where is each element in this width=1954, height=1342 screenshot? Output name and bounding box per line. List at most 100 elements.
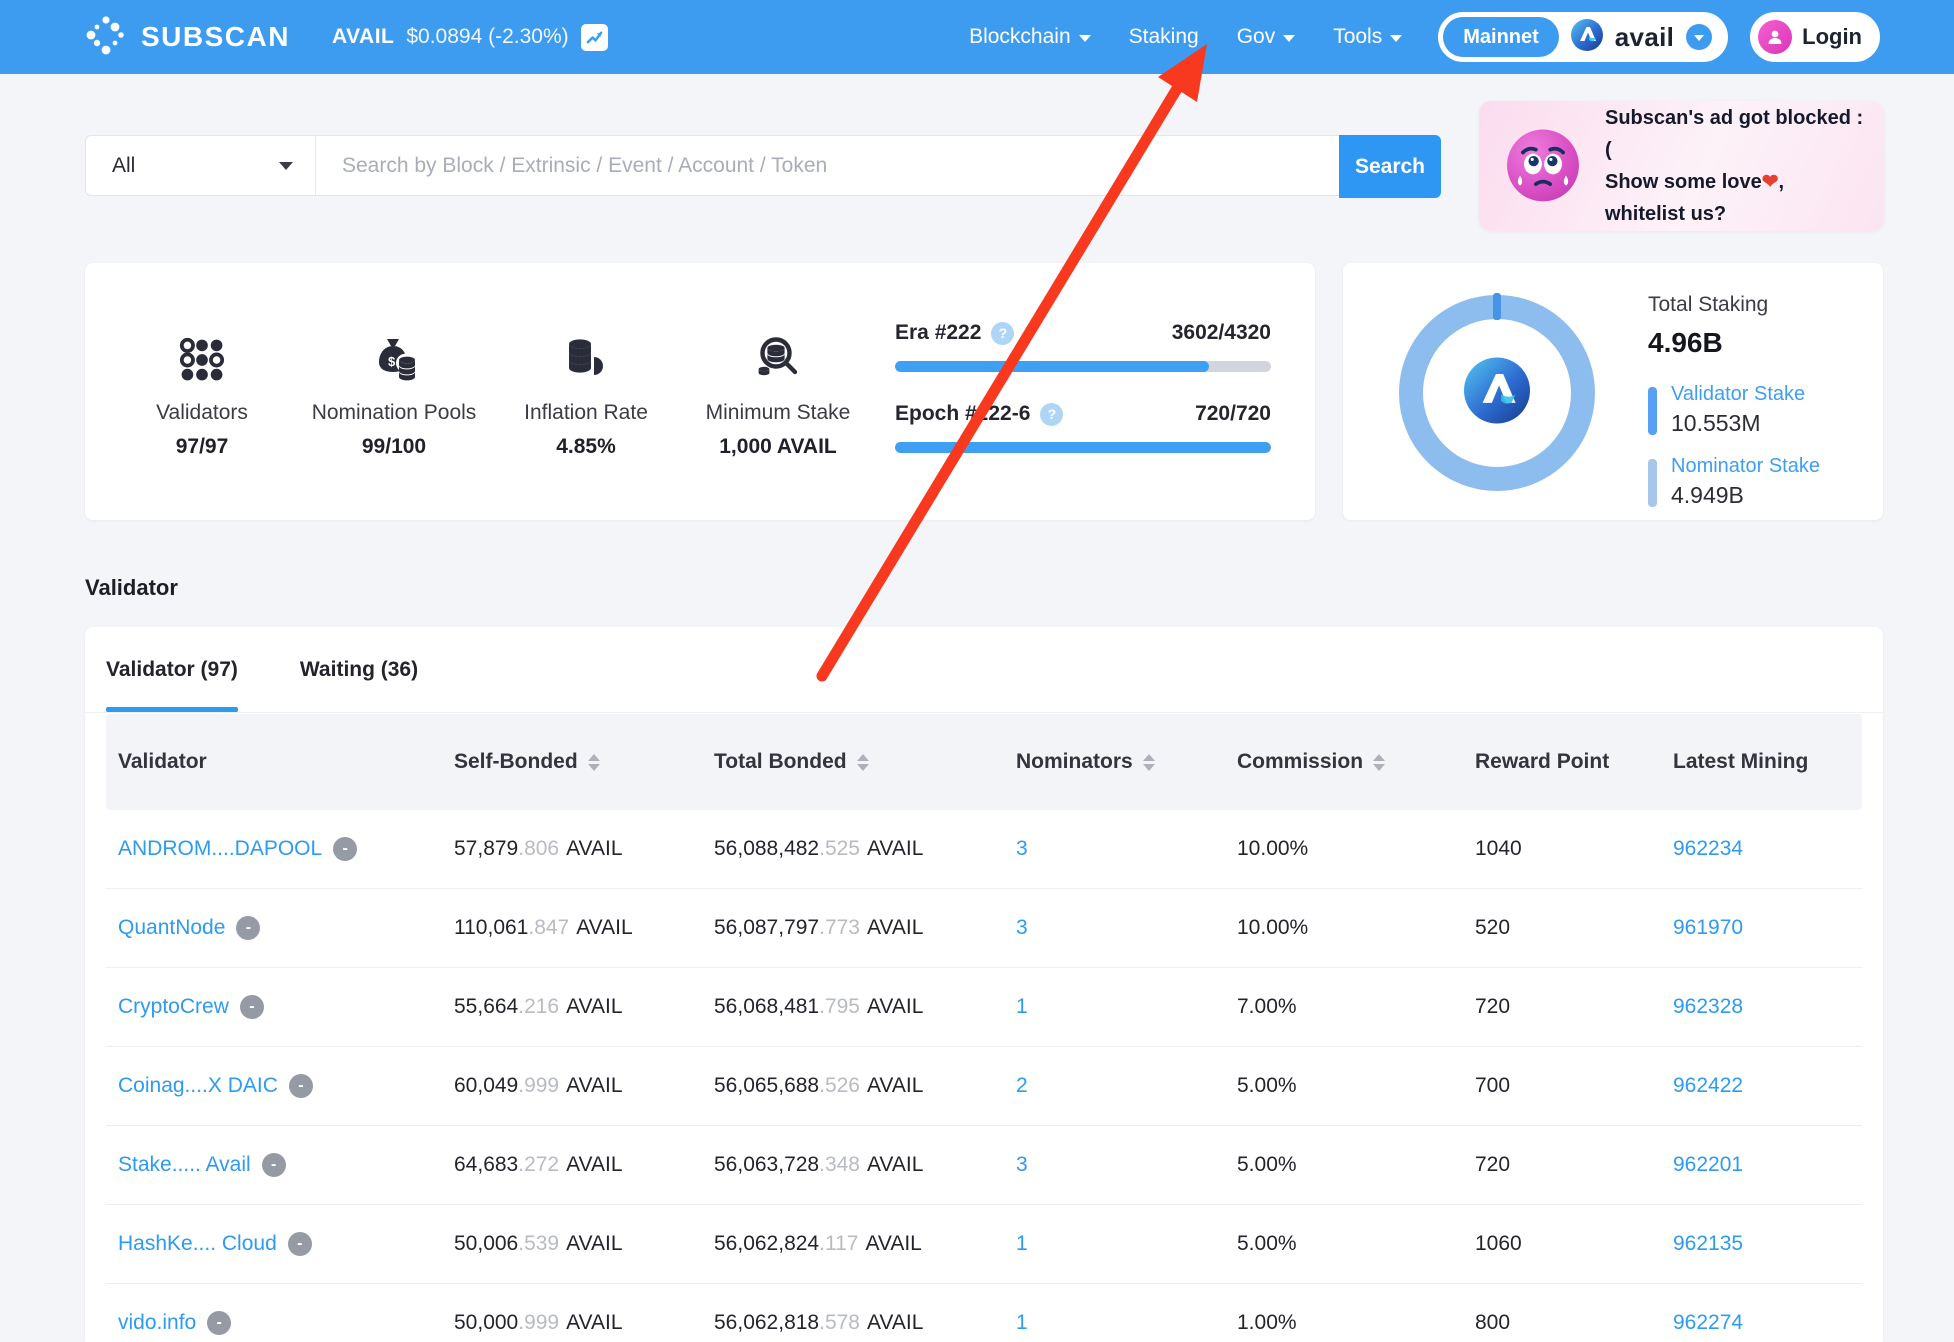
section-title: Validator (85, 575, 178, 601)
mainnet-button[interactable]: Mainnet (1443, 17, 1559, 57)
nav-item-gov[interactable]: Gov (1237, 25, 1296, 49)
nominators-link[interactable]: 3 (1016, 837, 1028, 860)
chevron-down-icon (279, 162, 293, 170)
validator-link[interactable]: Coinag....X DAIC (118, 1074, 278, 1098)
col-reward-point: Reward Point (1475, 750, 1673, 774)
network-selector: Mainnet avail (1438, 12, 1728, 62)
col-total-bonded: Total Bonded (714, 750, 1016, 774)
stat-label: Inflation Rate (476, 401, 696, 425)
identity-badge-icon: - (262, 1153, 286, 1177)
identity-badge-icon: - (240, 995, 264, 1019)
nav-item-blockchain[interactable]: Blockchain (969, 25, 1091, 49)
era-progress-bar (895, 361, 1271, 372)
nav-label-staking: Staking (1129, 25, 1199, 49)
tab-validator[interactable]: Validator (97) (106, 627, 238, 712)
search-coins-icon (668, 333, 888, 385)
validator-link[interactable]: CryptoCrew (118, 995, 229, 1019)
nominators-link[interactable]: 3 (1016, 916, 1028, 939)
help-icon[interactable]: ? (1040, 403, 1063, 426)
table-row: QuantNode- 110,061.847AVAIL 56,087,797.7… (106, 889, 1862, 968)
nominator-stake-group: Nominator Stake 4.949B (1648, 455, 1820, 509)
block-link[interactable]: 962328 (1673, 995, 1743, 1018)
stat-value: 97/97 (92, 435, 312, 459)
epoch-value: 720/720 (1195, 402, 1271, 426)
block-link[interactable]: 962135 (1673, 1232, 1743, 1255)
table-header: Validator Self-Bonded Total Bonded Nomin… (106, 714, 1862, 810)
table-row: HashKe.... Cloud- 50,006.539AVAIL 56,062… (106, 1205, 1862, 1284)
stat-label: Validators (92, 401, 312, 425)
help-icon[interactable]: ? (991, 322, 1014, 345)
block-link[interactable]: 962201 (1673, 1153, 1743, 1176)
nominators-link[interactable]: 2 (1016, 1074, 1028, 1097)
nav-label-tools: Tools (1333, 25, 1382, 49)
nominators-link[interactable]: 3 (1016, 1153, 1028, 1176)
validator-ring-segment (1493, 293, 1501, 320)
validator-link[interactable]: vido.info (118, 1311, 196, 1335)
stat-validators: Validators 97/97 (92, 333, 312, 459)
login-label: Login (1802, 24, 1862, 50)
search-filter-select[interactable]: All (86, 136, 316, 195)
staking-info: Total Staking 4.96B Validator Stake 10.5… (1648, 293, 1820, 509)
sort-icon[interactable] (857, 754, 869, 771)
col-self-bonded: Self-Bonded (454, 750, 714, 774)
nav-item-tools[interactable]: Tools (1333, 25, 1402, 49)
chevron-down-icon (1079, 35, 1091, 42)
price-chart-icon[interactable] (581, 24, 608, 51)
chevron-down-icon (1283, 35, 1295, 42)
token-price: $0.0894 (-2.30%) (406, 25, 568, 49)
col-nominators: Nominators (1016, 750, 1237, 774)
block-link[interactable]: 961970 (1673, 916, 1743, 939)
nominators-link[interactable]: 1 (1016, 1311, 1028, 1334)
nominator-stake-value: 4.949B (1671, 482, 1820, 509)
validator-link[interactable]: ANDROM....DAPOOL (118, 837, 322, 861)
nominators-link[interactable]: 1 (1016, 1232, 1028, 1255)
stat-value: 1,000 AVAIL (668, 435, 888, 459)
nominators-link[interactable]: 1 (1016, 995, 1028, 1018)
staking-donut-chart (1399, 295, 1595, 491)
nav-item-staking[interactable]: Staking (1129, 25, 1199, 49)
ad-line2-prefix: Show some love (1605, 171, 1762, 193)
validator-stake-link[interactable]: Validator Stake (1671, 383, 1805, 406)
tab-waiting-label: Waiting (36) (300, 658, 418, 682)
crying-emoji-icon (1497, 118, 1589, 215)
search-filter-value: All (112, 154, 135, 178)
stat-inflation-rate: Inflation Rate 4.85% (476, 333, 696, 459)
validator-table-card: Validator (97) Waiting (36) Validator Se… (85, 627, 1883, 1342)
network-name: avail (1615, 22, 1674, 53)
validator-link[interactable]: QuantNode (118, 916, 225, 940)
sort-icon[interactable] (588, 754, 600, 771)
search-bar: All Search (85, 135, 1441, 196)
login-button[interactable]: Login (1750, 12, 1880, 62)
search-button[interactable]: Search (1339, 135, 1441, 198)
money-bag-icon: $ (284, 333, 504, 385)
identity-badge-icon: - (289, 1074, 313, 1098)
nav-label-blockchain: Blockchain (969, 25, 1071, 49)
chevron-down-icon (1390, 35, 1402, 42)
ad-blocked-card: Subscan's ad got blocked :( Show some lo… (1479, 101, 1884, 231)
search-input[interactable] (316, 136, 1440, 195)
epoch-progress-fill (895, 442, 1271, 453)
sort-icon[interactable] (1373, 754, 1385, 771)
tab-waiting[interactable]: Waiting (36) (300, 627, 418, 712)
ad-line1: Subscan's ad got blocked :( (1605, 107, 1863, 161)
block-link[interactable]: 962422 (1673, 1074, 1743, 1097)
subscan-logo-icon (85, 14, 127, 61)
validator-link[interactable]: Stake..... Avail (118, 1153, 251, 1177)
block-link[interactable]: 962274 (1673, 1311, 1743, 1334)
network-dropdown-icon[interactable] (1686, 24, 1712, 50)
subscan-brand[interactable]: SUBSCAN (85, 14, 290, 61)
nominator-stake-link[interactable]: Nominator Stake (1671, 455, 1820, 478)
sort-icon[interactable] (1143, 754, 1155, 771)
block-link[interactable]: 962234 (1673, 837, 1743, 860)
total-staking-value: 4.96B (1648, 327, 1820, 359)
stat-minimum-stake: Minimum Stake 1,000 AVAIL (668, 333, 888, 459)
stat-nomination-pools: $ Nomination Pools 99/100 (284, 333, 504, 459)
brand-name: SUBSCAN (141, 21, 290, 53)
era-label: Era #222 (895, 321, 981, 345)
table-row: Stake..... Avail- 64,683.272AVAIL 56,063… (106, 1126, 1862, 1205)
identity-badge-icon: - (288, 1232, 312, 1256)
col-commission: Commission (1237, 750, 1475, 774)
avail-logo-icon (1571, 19, 1603, 56)
validator-link[interactable]: HashKe.... Cloud (118, 1232, 277, 1256)
grid-dots-icon (92, 333, 312, 385)
